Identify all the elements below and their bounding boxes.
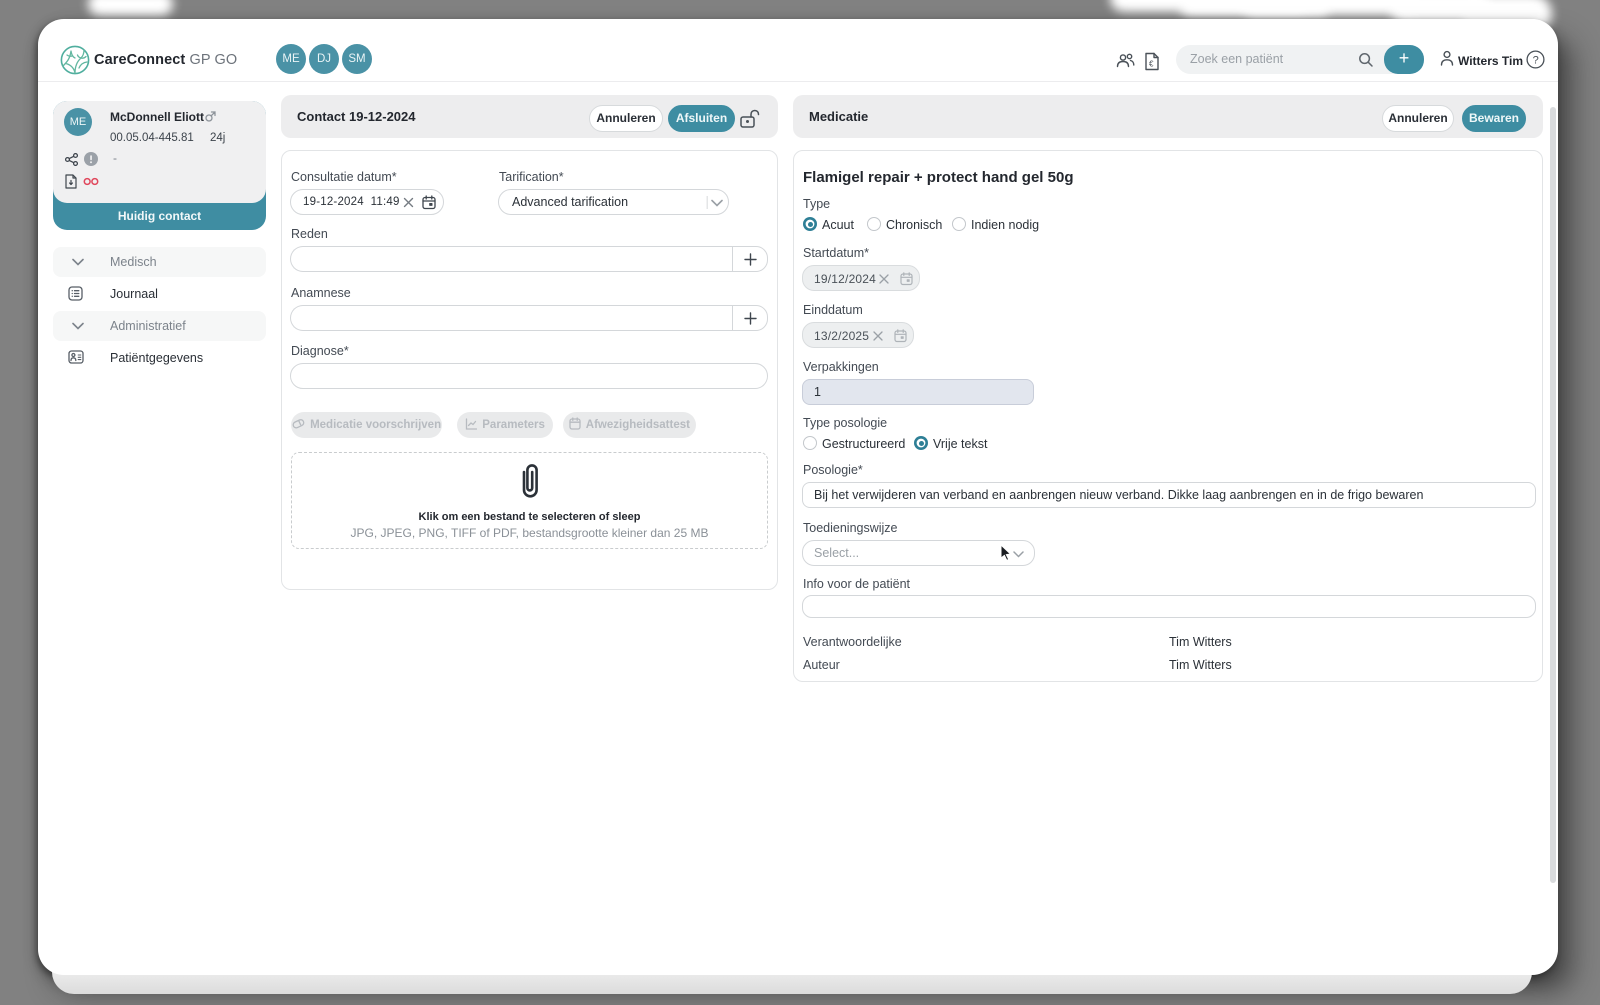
svg-text:?: ? (1533, 54, 1539, 66)
svg-text:€: € (1149, 60, 1154, 69)
